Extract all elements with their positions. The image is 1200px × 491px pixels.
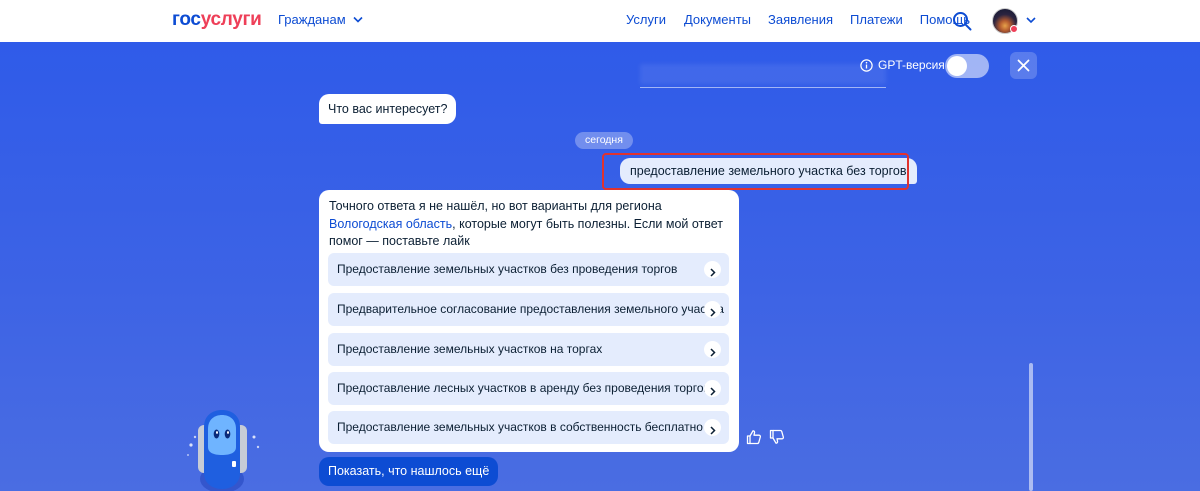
arrow-button bbox=[704, 301, 721, 318]
main-nav: Услуги Документы Заявления Платежи Помощ… bbox=[626, 12, 970, 27]
service-option[interactable]: Предоставление земельных участков на тор… bbox=[328, 333, 729, 366]
date-chip: сегодня bbox=[575, 132, 633, 149]
answer-text: Точного ответа я не нашёл, но вот вариан… bbox=[329, 198, 729, 251]
audience-label: Гражданам bbox=[278, 12, 346, 27]
gpt-version-label: GPT-версия bbox=[878, 58, 945, 72]
audience-dropdown[interactable]: Гражданам bbox=[278, 12, 363, 27]
answer-text-before: Точного ответа я не нашёл, но вот вариан… bbox=[329, 199, 662, 213]
service-option-label: Предварительное согласование предоставле… bbox=[337, 302, 724, 316]
logo-part-uslugi: услуги bbox=[200, 9, 262, 30]
chevron-right-icon bbox=[710, 387, 716, 396]
arrow-button bbox=[704, 419, 721, 436]
nav-payments[interactable]: Платежи bbox=[850, 12, 903, 27]
show-more-button[interactable]: Показать, что нашлось ещё bbox=[319, 457, 499, 486]
close-icon bbox=[1017, 59, 1030, 72]
chevron-right-icon bbox=[710, 426, 716, 435]
arrow-button bbox=[704, 341, 721, 358]
close-chat-button[interactable] bbox=[1010, 52, 1037, 79]
chevron-right-icon bbox=[710, 348, 716, 357]
service-option[interactable]: Предоставление земельных участков в собс… bbox=[328, 411, 729, 444]
service-option-label: Предоставление земельных участков на тор… bbox=[337, 342, 603, 356]
arrow-button bbox=[704, 380, 721, 397]
service-option-label: Предоставление земельных участков без пр… bbox=[337, 262, 678, 276]
info-icon[interactable] bbox=[860, 58, 873, 72]
bot-question-bubble: Что вас интересует? bbox=[319, 94, 457, 124]
thumbs-down-icon[interactable] bbox=[769, 429, 785, 445]
chevron-right-icon bbox=[710, 308, 716, 317]
chat-scrollbar[interactable] bbox=[1029, 363, 1033, 491]
thumbs-up-icon[interactable] bbox=[746, 429, 762, 445]
assistant-robot-icon bbox=[187, 410, 260, 491]
bot-answer-bubble: Точного ответа я не нашёл, но вот вариан… bbox=[319, 190, 739, 452]
service-option-label: Предоставление земельных участков в собс… bbox=[337, 420, 703, 434]
gosuslugi-logo[interactable]: госуслуги bbox=[172, 9, 262, 31]
gpt-version-toggle[interactable] bbox=[945, 54, 989, 78]
notification-dot bbox=[1010, 25, 1018, 33]
nav-documents[interactable]: Документы bbox=[684, 12, 751, 27]
service-option[interactable]: Предоставление лесных участков в аренду … bbox=[328, 372, 729, 405]
top-header: госуслуги Гражданам Услуги Документы Зая… bbox=[0, 0, 1200, 42]
chevron-down-icon[interactable] bbox=[1025, 14, 1037, 26]
service-option-label: Предоставление лесных участков в аренду … bbox=[337, 381, 710, 395]
chat-panel: GPT-версия Что вас интересует? сегодня п… bbox=[0, 42, 1200, 491]
logo-part-gos: гос bbox=[172, 9, 201, 30]
search-icon[interactable] bbox=[951, 10, 973, 32]
highlight-frame bbox=[602, 153, 909, 190]
chevron-down-icon bbox=[353, 16, 363, 23]
toggle-knob bbox=[947, 56, 967, 76]
service-option[interactable]: Предварительное согласование предоставле… bbox=[328, 293, 729, 326]
chevron-right-icon bbox=[710, 268, 716, 277]
region-link[interactable]: Вологодская область bbox=[329, 217, 452, 231]
divider bbox=[640, 87, 886, 88]
arrow-button bbox=[704, 261, 721, 278]
service-option[interactable]: Предоставление земельных участков без пр… bbox=[328, 253, 729, 286]
gpt-version-label-group: GPT-версия bbox=[860, 58, 945, 72]
nav-services[interactable]: Услуги bbox=[626, 12, 666, 27]
previous-message-fade bbox=[640, 64, 886, 84]
nav-applications[interactable]: Заявления bbox=[768, 12, 833, 27]
